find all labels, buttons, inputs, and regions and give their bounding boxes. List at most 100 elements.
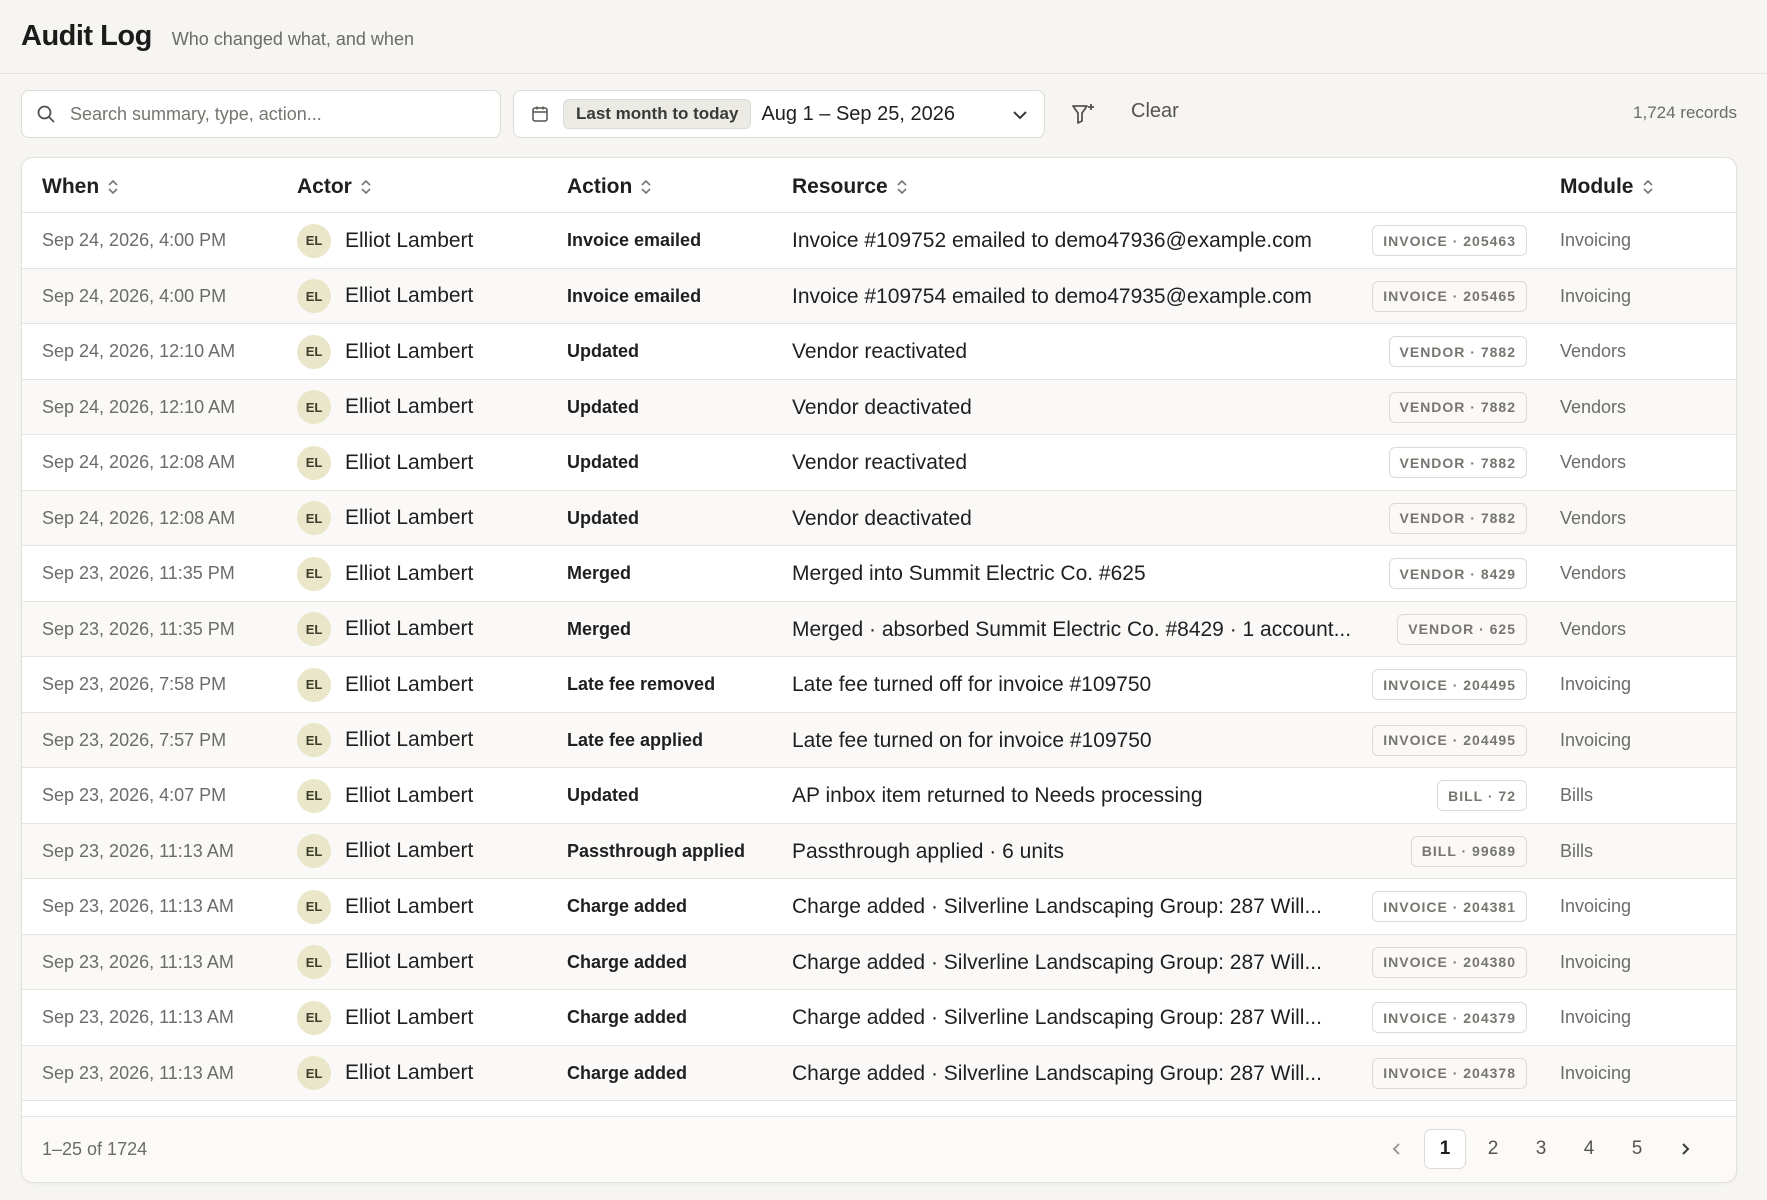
table-row[interactable]: Sep 24, 2026, 4:00 PM EL Elliot Lambert I…	[22, 213, 1736, 269]
page-title: Audit Log	[21, 20, 152, 52]
table-row[interactable]: Sep 23, 2026, 4:07 PM EL Elliot Lambert U…	[22, 768, 1736, 824]
page-button-3[interactable]: 3	[1520, 1129, 1562, 1169]
resource-tag[interactable]: INVOICE · 204495	[1372, 724, 1527, 756]
actor-name: Elliot Lambert	[345, 617, 474, 640]
resource-tag-cell: INVOICE · 204495	[1372, 713, 1527, 768]
table-row[interactable]: Sep 23, 2026, 11:13 AM EL Elliot Lambert …	[22, 823, 1736, 879]
column-header-actor[interactable]: Actor	[297, 175, 372, 199]
table-row[interactable]: Sep 24, 2026, 12:08 AM EL Elliot Lambert …	[22, 435, 1736, 491]
resource-tag[interactable]: VENDOR · 625	[1397, 613, 1527, 645]
actor-name: Elliot Lambert	[345, 450, 474, 474]
avatar: EL	[297, 390, 331, 424]
resource-tag[interactable]: BILL · 72	[1437, 780, 1527, 811]
chevron-down-icon[interactable]	[1010, 105, 1030, 125]
action-cell: Updated	[567, 396, 639, 417]
actor-name: Elliot Lambert	[345, 284, 474, 307]
page-button-1[interactable]: 1	[1424, 1129, 1466, 1169]
table-row[interactable]: Sep 23, 2026, 11:13 AM EL Elliot Lambert …	[22, 1045, 1736, 1101]
avatar: EL	[297, 778, 331, 813]
resource-tag-cell: BILL · 99689	[1410, 824, 1527, 879]
action-cell: Invoice emailed	[567, 285, 702, 306]
resource-tag[interactable]: INVOICE · 204378	[1372, 1057, 1527, 1089]
avatar: EL	[297, 723, 331, 757]
table-body: Sep 24, 2026, 4:00 PM EL Elliot Lambert I…	[22, 213, 1736, 1115]
action-cell: Merged	[567, 618, 632, 639]
resource-tag[interactable]: INVOICE · 205465	[1372, 280, 1527, 312]
resource-tag-cell: VENDOR · 7882	[1388, 435, 1527, 490]
module-cell: Invoicing	[1560, 285, 1632, 306]
avatar: EL	[297, 612, 331, 646]
action-cell: Merged	[567, 563, 632, 583]
table-row[interactable]: Sep 23, 2026, 11:35 PM EL Elliot Lambert …	[22, 546, 1736, 602]
column-header-module[interactable]: Module	[1560, 175, 1654, 199]
table-row[interactable]: Sep 24, 2026, 12:08 AM EL Elliot Lambert …	[22, 490, 1736, 546]
resource-tag[interactable]: BILL · 99689	[1410, 835, 1527, 867]
resource-tag-cell: VENDOR · 7882	[1388, 491, 1527, 546]
summary-cell: Vendor reactivated	[792, 451, 968, 474]
table-row[interactable]: Sep 23, 2026, 11:13 AM EL Elliot Lambert …	[22, 990, 1736, 1046]
actor-name: Elliot Lambert	[345, 783, 474, 807]
page-button-5[interactable]: 5	[1616, 1129, 1658, 1169]
sort-icon	[108, 179, 118, 195]
search-input[interactable]	[70, 103, 470, 125]
table-row[interactable]: Sep 24, 2026, 12:10 AM EL Elliot Lambert …	[22, 379, 1736, 435]
date-preset-chip[interactable]: Last month to today	[563, 99, 752, 129]
summary-cell: Invoice #109754 emailed to demo47935@exa…	[792, 284, 1312, 308]
table-header: When Actor Action Resource Module	[22, 158, 1736, 213]
previous-page-button[interactable]	[1376, 1129, 1418, 1169]
search-box[interactable]	[21, 90, 501, 138]
actor-cell: EL Elliot Lambert	[297, 935, 473, 990]
page-button-2[interactable]: 2	[1472, 1129, 1514, 1169]
resource-tag-cell: INVOICE · 205465	[1372, 269, 1527, 324]
column-header-action[interactable]: Action	[567, 175, 652, 199]
next-page-button[interactable]	[1664, 1129, 1706, 1169]
resource-tag[interactable]: INVOICE · 204381	[1372, 891, 1527, 922]
summary-cell: Charge added · Silverline Landscaping Gr…	[792, 895, 1322, 918]
module-cell: Invoicing	[1560, 896, 1632, 916]
when-cell: Sep 23, 2026, 11:13 AM	[42, 840, 234, 861]
sort-icon	[1642, 179, 1653, 195]
add-filter-button[interactable]	[1069, 100, 1097, 128]
page-button-4[interactable]: 4	[1568, 1129, 1610, 1169]
table-row[interactable]: Sep 23, 2026, 7:57 PM EL Elliot Lambert L…	[22, 712, 1736, 768]
module-cell: Invoicing	[1560, 1007, 1632, 1027]
table-row[interactable]: Sep 23, 2026, 7:58 PM EL Elliot Lambert L…	[22, 657, 1736, 713]
resource-tag[interactable]: VENDOR · 7882	[1388, 502, 1527, 534]
resource-tag-cell: BILL · 72	[1437, 768, 1527, 823]
actor-name: Elliot Lambert	[345, 950, 474, 973]
module-cell: Vendors	[1560, 507, 1627, 528]
chevron-right-icon	[1682, 1143, 1690, 1155]
filter-add-icon	[1072, 104, 1094, 124]
column-header-resource[interactable]: Resource	[792, 175, 908, 199]
resource-tag[interactable]: VENDOR · 7882	[1388, 447, 1527, 478]
table-row[interactable]: Sep 23, 2026, 11:13 AM EL Elliot Lambert …	[22, 934, 1736, 990]
resource-tag[interactable]: VENDOR · 8429	[1388, 558, 1527, 589]
table-row[interactable]: Sep 23, 2026, 11:13 AM EL Elliot Lambert …	[22, 879, 1736, 935]
when-cell: Sep 23, 2026, 11:13 AM	[42, 896, 234, 916]
resource-tag[interactable]: INVOICE · 204495	[1372, 669, 1527, 700]
sort-icon	[361, 179, 371, 195]
actor-name: Elliot Lambert	[345, 395, 474, 418]
table-row[interactable]: Sep 24, 2026, 4:00 PM EL Elliot Lambert I…	[22, 268, 1736, 324]
actor-cell: EL Elliot Lambert	[297, 213, 473, 268]
resource-tag[interactable]: INVOICE · 204379	[1372, 1002, 1527, 1033]
resource-tag[interactable]: VENDOR · 7882	[1388, 336, 1527, 367]
when-cell: Sep 23, 2026, 11:35 PM	[42, 618, 235, 639]
resource-tag[interactable]: INVOICE · 204380	[1372, 946, 1527, 978]
table-row[interactable]: Sep 23, 2026, 11:35 PM EL Elliot Lambert …	[22, 601, 1736, 657]
resource-tag-cell: INVOICE · 204379	[1372, 990, 1527, 1045]
pagination-range-label: 1–25 of 1724	[42, 1139, 148, 1159]
summary-cell: Vendor deactivated	[792, 506, 972, 530]
actor-cell: EL Elliot Lambert	[297, 602, 473, 657]
date-range-picker[interactable]: Last month to today Aug 1 – Sep 25, 2026	[513, 90, 1045, 138]
table-row[interactable]: Sep 24, 2026, 12:10 AM EL Elliot Lambert …	[22, 324, 1736, 380]
when-cell: Sep 23, 2026, 11:13 AM	[42, 951, 234, 972]
avatar: EL	[297, 1056, 331, 1090]
resource-tag[interactable]: VENDOR · 7882	[1388, 391, 1527, 423]
clear-button[interactable]: Clear	[1131, 100, 1179, 123]
actor-cell: EL Elliot Lambert	[297, 824, 473, 879]
column-header-when[interactable]: When	[42, 175, 119, 199]
action-cell: Late fee removed	[567, 674, 716, 694]
actor-cell: EL Elliot Lambert	[297, 713, 473, 768]
resource-tag[interactable]: INVOICE · 205463	[1372, 225, 1527, 256]
